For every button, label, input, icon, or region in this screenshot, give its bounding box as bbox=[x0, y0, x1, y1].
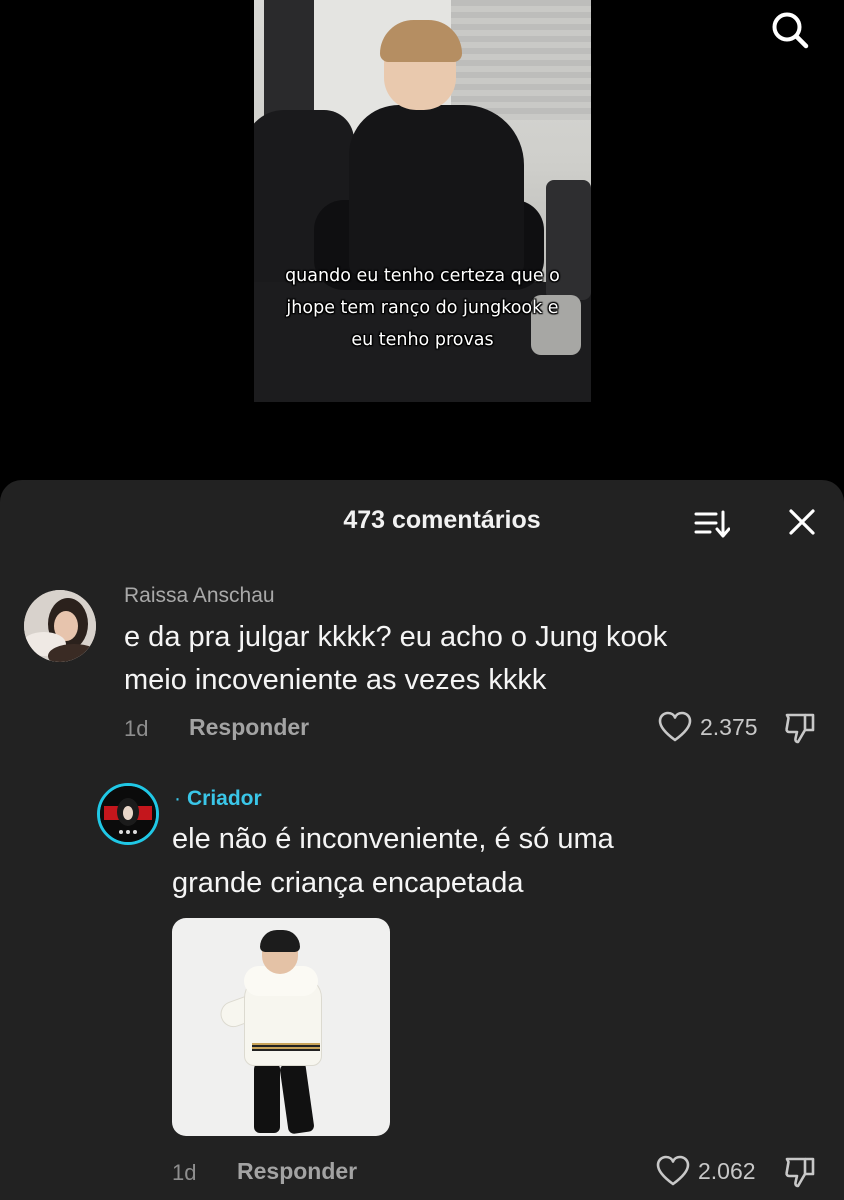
search-button[interactable] bbox=[766, 6, 814, 54]
dislike-icon bbox=[785, 1157, 815, 1188]
reply-button[interactable]: Responder bbox=[237, 1158, 357, 1185]
creator-label: Criador bbox=[187, 787, 262, 810]
comment-text-line-1: ele não é inconveniente, é só uma bbox=[172, 823, 614, 855]
comment-item: Raissa Anschau e da pra julgar kkkk? eu … bbox=[0, 480, 844, 750]
reply-button[interactable]: Responder bbox=[189, 714, 309, 741]
creator-avatar[interactable] bbox=[97, 783, 159, 845]
dislike-icon bbox=[785, 713, 815, 744]
reply-attached-image[interactable] bbox=[172, 918, 390, 1136]
comment-text-line-1: e da pra julgar kkkk? eu acho o Jung koo… bbox=[124, 621, 668, 653]
video-player[interactable]: quando eu tenho certeza que o jhope tem … bbox=[254, 0, 591, 402]
comment-text-line-2: meio incoveniente as vezes kkkk bbox=[124, 664, 547, 696]
avatar[interactable] bbox=[24, 590, 96, 662]
dislike-button[interactable] bbox=[782, 1154, 818, 1190]
comment-text-line-2: grande criança encapetada bbox=[172, 867, 524, 899]
like-count: 2.062 bbox=[698, 1157, 756, 1184]
video-caption: quando eu tenho certeza que o jhope tem … bbox=[285, 266, 560, 350]
avatar-image bbox=[24, 590, 96, 662]
creator-dot: · bbox=[174, 787, 181, 810]
reply-comment-item: · Criador ele não é inconveniente, é só u… bbox=[0, 760, 844, 1200]
dislike-button[interactable] bbox=[782, 710, 818, 746]
video-area: quando eu tenho certeza que o jhope tem … bbox=[0, 0, 844, 480]
comments-sheet: 473 comentários Raissa Anschau e da pra … bbox=[0, 480, 844, 1200]
comment-author[interactable]: · Criador bbox=[174, 787, 262, 811]
like-button[interactable]: 2.375 bbox=[658, 711, 758, 743]
like-button[interactable]: 2.062 bbox=[656, 1155, 756, 1187]
like-count: 2.375 bbox=[700, 713, 758, 740]
heart-icon bbox=[658, 711, 692, 742]
comment-age: 1d bbox=[172, 1160, 197, 1185]
comment-author[interactable]: Raissa Anschau bbox=[124, 584, 275, 608]
heart-icon bbox=[656, 1155, 690, 1186]
comment-age: 1d bbox=[124, 716, 149, 741]
search-icon bbox=[772, 12, 809, 49]
avatar-image bbox=[100, 786, 156, 842]
